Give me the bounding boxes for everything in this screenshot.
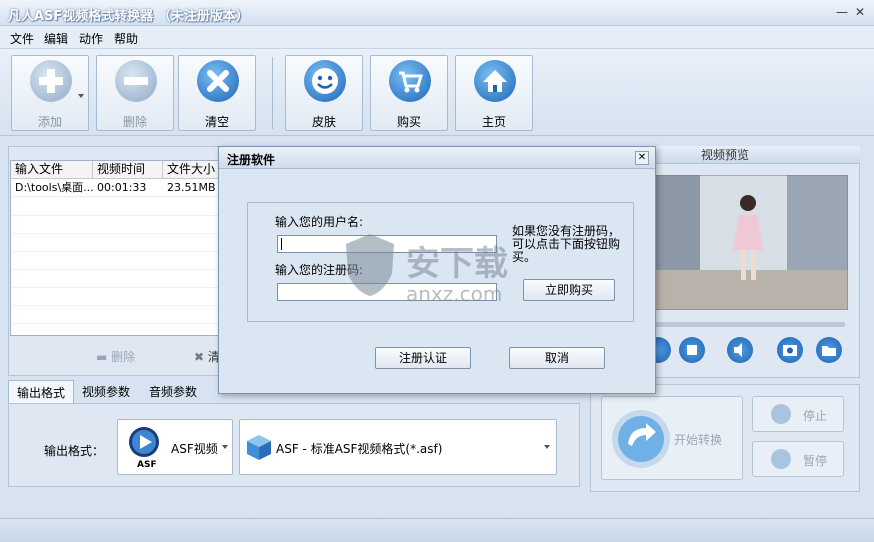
text-cursor bbox=[281, 238, 282, 250]
clear-label: 清空 bbox=[204, 115, 229, 129]
video-frame-image bbox=[655, 175, 848, 310]
header-video-time[interactable]: 视频时间 bbox=[93, 161, 163, 179]
file-table[interactable]: 输入文件 视频时间 文件大小 D:\tools\桌面... 00:01:33 2… bbox=[10, 160, 220, 336]
cube-icon bbox=[247, 435, 271, 460]
stop-icon[interactable] bbox=[679, 337, 705, 363]
minus-icon bbox=[115, 60, 157, 102]
tab-output-format[interactable]: 输出格式 bbox=[8, 380, 75, 404]
pause-label: 暂停 bbox=[803, 454, 828, 468]
list-delete-label: 删除 bbox=[111, 350, 136, 364]
close-icon[interactable]: ✕ bbox=[852, 4, 868, 20]
menu-bar: 文件 编辑 动作 帮助 bbox=[0, 26, 874, 48]
tab-video-params[interactable]: 视频参数 bbox=[74, 380, 138, 404]
row-divider bbox=[11, 233, 219, 234]
stop-label: 停止 bbox=[803, 409, 828, 423]
folder-icon[interactable] bbox=[816, 337, 842, 363]
smiley-icon bbox=[304, 60, 346, 102]
delete-button[interactable]: 删除 bbox=[96, 55, 174, 131]
chevron-down-icon[interactable] bbox=[78, 94, 84, 98]
clear-button[interactable]: 清空 bbox=[178, 55, 256, 131]
refresh-icon bbox=[612, 410, 670, 468]
watermark-sub: anxz.com bbox=[406, 282, 503, 306]
x-icon: ✖ bbox=[194, 350, 205, 364]
buy-button[interactable]: 购买 bbox=[370, 55, 448, 131]
cart-icon bbox=[389, 60, 431, 102]
row-divider bbox=[11, 215, 219, 216]
menu-action[interactable]: 动作 bbox=[79, 30, 103, 47]
pause-button[interactable]: 暂停 bbox=[752, 441, 844, 477]
header-file-size[interactable]: 文件大小 bbox=[163, 161, 219, 179]
output-format-label: 输出格式： bbox=[44, 444, 105, 458]
list-clear-button[interactable]: ✖ 清 bbox=[194, 348, 220, 365]
cell-time: 00:01:33 bbox=[97, 181, 147, 194]
add-icon bbox=[30, 60, 72, 102]
row-divider bbox=[11, 287, 219, 288]
tab-audio-params[interactable]: 音频参数 bbox=[141, 380, 205, 404]
start-convert-button[interactable]: 开始转换 bbox=[601, 396, 743, 480]
dialog-title: 注册软件 bbox=[227, 153, 276, 167]
register-button[interactable]: 注册认证 bbox=[375, 347, 471, 369]
close-icon[interactable]: ✕ bbox=[635, 151, 649, 165]
video-preview bbox=[655, 175, 848, 310]
table-header: 输入文件 视频时间 文件大小 bbox=[11, 161, 219, 179]
start-convert-label: 开始转换 bbox=[674, 433, 723, 447]
volume-icon[interactable] bbox=[727, 337, 753, 363]
cell-size: 23.51MB bbox=[167, 181, 216, 194]
stop-button[interactable]: 停止 bbox=[752, 396, 844, 432]
row-divider bbox=[11, 323, 219, 324]
x-icon bbox=[197, 60, 239, 102]
menu-edit[interactable]: 编辑 bbox=[44, 30, 68, 47]
add-button[interactable]: 添加 bbox=[11, 55, 89, 131]
cancel-button[interactable]: 取消 bbox=[509, 347, 605, 369]
pause-icon bbox=[771, 449, 791, 469]
stop-icon bbox=[771, 404, 791, 424]
row-divider bbox=[11, 269, 219, 270]
play-icon bbox=[129, 427, 159, 457]
format-detail: ASF - 标准ASF视频格式(*.asf) bbox=[276, 442, 443, 456]
watermark-logo: 安下载 anxz.com bbox=[340, 226, 540, 316]
menu-help[interactable]: 帮助 bbox=[114, 30, 138, 47]
header-input-file[interactable]: 输入文件 bbox=[11, 161, 93, 179]
snapshot-icon[interactable] bbox=[777, 337, 803, 363]
minimize-icon[interactable]: — bbox=[834, 4, 850, 20]
title-bar: 凡人ASF视频格式转换器 （未注册版本） — ✕ bbox=[0, 0, 874, 26]
asf-icon-label: ASF bbox=[137, 460, 157, 470]
row-divider bbox=[11, 251, 219, 252]
list-delete-button[interactable]: ▬ 删除 bbox=[96, 348, 135, 365]
seek-bar[interactable] bbox=[655, 322, 845, 327]
toolbar-separator bbox=[272, 57, 273, 129]
home-button[interactable]: 主页 bbox=[455, 55, 533, 131]
shield-icon bbox=[346, 234, 394, 296]
menu-file[interactable]: 文件 bbox=[10, 30, 34, 47]
minus-icon: ▬ bbox=[96, 350, 108, 364]
skin-button[interactable]: 皮肤 bbox=[285, 55, 363, 131]
buy-label: 购买 bbox=[396, 115, 421, 129]
skin-label: 皮肤 bbox=[311, 115, 336, 129]
dialog-title-bar: 注册软件 ✕ bbox=[219, 147, 655, 169]
format-detail-select[interactable]: ASF - 标准ASF视频格式(*.asf) bbox=[239, 419, 557, 475]
format-type-select[interactable]: ASF ASF视频 bbox=[117, 419, 233, 475]
format-name: ASF视频 bbox=[171, 442, 218, 456]
home-icon bbox=[474, 60, 516, 102]
chevron-down-icon bbox=[544, 445, 550, 449]
toolbar: 添加 删除 清空 皮肤 购买 主页 bbox=[0, 48, 874, 136]
watermark-text: 安下载 bbox=[406, 244, 508, 284]
home-label: 主页 bbox=[481, 115, 506, 129]
delete-label: 删除 bbox=[122, 115, 147, 129]
chevron-down-icon bbox=[222, 445, 228, 449]
row-divider bbox=[11, 305, 219, 306]
cell-file: D:\tools\桌面... bbox=[15, 181, 93, 194]
window-title: 凡人ASF视频格式转换器 （未注册版本） bbox=[8, 9, 249, 24]
add-label: 添加 bbox=[37, 115, 62, 129]
table-row[interactable]: D:\tools\桌面... 00:01:33 23.51MB bbox=[11, 179, 219, 197]
status-bar bbox=[0, 518, 874, 542]
